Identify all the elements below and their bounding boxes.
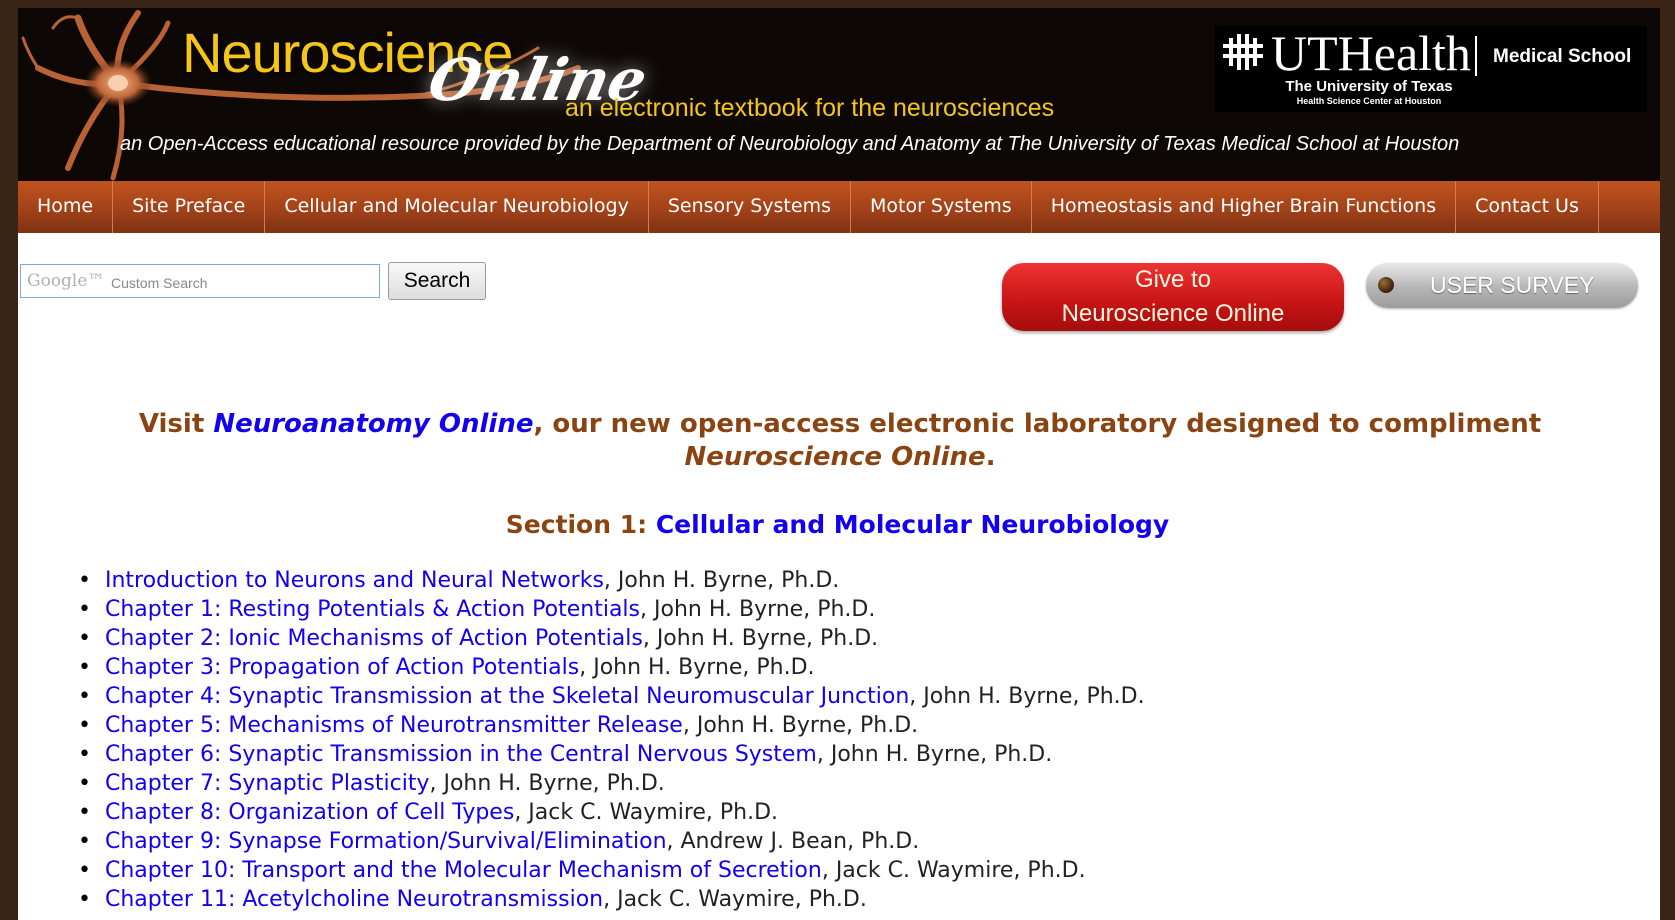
promo-suffix: . [985, 442, 996, 472]
nav-item-sensory-systems[interactable]: Sensory Systems [649, 181, 851, 233]
logo-school: Medical School [1493, 46, 1632, 67]
bullet-icon: • [78, 829, 91, 854]
list-item: • Chapter 3: Propagation of Action Potent… [60, 653, 1620, 682]
bullet-icon: • [78, 568, 91, 593]
chapter-author: , John H. Byrne, Ph.D. [640, 597, 876, 622]
chapter-author: , John H. Byrne, Ph.D. [909, 684, 1145, 709]
user-survey-label: USER SURVEY [1430, 272, 1595, 298]
google-brand-label: Google™ [27, 271, 105, 291]
chapter-author: , Jack C. Waymire, Ph.D. [821, 858, 1086, 883]
chapter-link[interactable]: Introduction to Neurons and Neural Netwo… [105, 568, 604, 593]
give-button-line1: Give to [1134, 266, 1212, 293]
chapter-link[interactable]: Chapter 2: Ionic Mechanisms of Action Po… [105, 626, 643, 651]
nav-item-homeostasis[interactable]: Homeostasis and Higher Brain Functions [1032, 181, 1457, 233]
list-item: • Chapter 6: Synaptic Transmission in the… [60, 740, 1620, 769]
promo-middle: , our new open-access electronic laborat… [533, 409, 1542, 439]
bullet-icon: • [78, 655, 91, 680]
list-item: • Chapter 1: Resting Potentials & Action … [60, 595, 1620, 624]
logo-center: Health Science Center at Houston [1296, 96, 1442, 106]
bullet-icon: • [78, 858, 91, 883]
chapter-link[interactable]: Chapter 9: Synapse Formation/Survival/El… [105, 829, 667, 854]
chapter-link[interactable]: Chapter 5: Mechanisms of Neurotransmitte… [105, 713, 683, 738]
bullet-icon: • [78, 684, 91, 709]
chapter-author: , John H. Byrne, Ph.D. [579, 655, 815, 680]
logo-university: The University of Texas [1285, 78, 1453, 95]
promo-italic: Neuroscience Online [684, 442, 986, 472]
bullet-icon: • [78, 626, 91, 651]
list-item: • Chapter 2: Ionic Mechanisms of Action P… [60, 624, 1620, 653]
section-prefix: Section 1: [505, 510, 656, 539]
bullet-icon [1378, 277, 1394, 293]
neuroanatomy-online-link[interactable]: Neuroanatomy Online [213, 409, 533, 439]
chapter-link[interactable]: Chapter 1: Resting Potentials & Action P… [105, 597, 640, 622]
chapter-author: , Jack C. Waymire, Ph.D. [514, 800, 779, 825]
give-button[interactable]: Give to Neuroscience Online [1002, 263, 1344, 331]
bullet-icon: • [78, 597, 91, 622]
bullet-icon: • [78, 771, 91, 796]
nav-item-motor-systems[interactable]: Motor Systems [851, 181, 1032, 233]
site-subtagline: an Open-Access educational resource prov… [120, 133, 1460, 155]
list-item: • Chapter 11: Acetylcholine Neurotransmis… [60, 885, 1620, 914]
nav-item-home[interactable]: Home [18, 181, 114, 233]
section-heading: Section 1: Cellular and Molecular Neurob… [0, 510, 1675, 539]
chapter-author: , Andrew J. Bean, Ph.D. [666, 829, 920, 854]
chapter-author: , Jack C. Waymire, Ph.D. [603, 887, 867, 912]
chapter-link[interactable]: Chapter 6: Synaptic Transmission in the … [105, 742, 817, 767]
chapter-author: , John H. Byrne, Ph.D. [642, 626, 879, 651]
chapter-link[interactable]: Chapter 3: Propagation of Action Potenti… [105, 655, 579, 680]
list-item: • Chapter 8: Organization of Cell Types, … [60, 798, 1620, 827]
list-item: • Chapter 10: Transport and the Molecular… [60, 856, 1620, 885]
chapter-author: , John H. Byrne, Ph.D. [603, 568, 840, 593]
list-item: • Chapter 4: Synaptic Transmission at the… [60, 682, 1620, 711]
bullet-icon: • [78, 800, 91, 825]
search-button[interactable]: Search [388, 262, 486, 300]
nav-item-contact-us[interactable]: Contact Us [1456, 181, 1599, 233]
chapter-link[interactable]: Chapter 8: Organization of Cell Types [105, 800, 514, 825]
uthealth-name: UTHealth [1271, 25, 1471, 81]
list-item: • Chapter 9: Synapse Formation/Survival/E… [60, 827, 1620, 856]
nav-item-site-preface[interactable]: Site Preface [113, 181, 266, 233]
chapter-list: • Introduction to Neurons and Neural Netw… [60, 566, 1620, 914]
section-link[interactable]: Cellular and Molecular Neurobiology [656, 510, 1169, 539]
nav-item-cellular-molecular[interactable]: Cellular and Molecular Neurobiology [265, 181, 649, 233]
bullet-icon: • [78, 713, 91, 738]
chapter-link[interactable]: Chapter 4: Synaptic Transmission at the … [105, 684, 909, 709]
uthealth-logo[interactable]: UTHealth Medical School The University o… [1215, 25, 1647, 112]
logo-divider [1475, 36, 1477, 76]
chapter-author: , John H. Byrne, Ph.D. [429, 771, 665, 796]
bullet-icon: • [78, 742, 91, 767]
give-button-line2: Neuroscience Online [1061, 300, 1285, 327]
search-placeholder: Custom Search [111, 275, 208, 291]
chapter-link[interactable]: Chapter 7: Synaptic Plasticity [105, 771, 429, 796]
search-input[interactable]: Google™ Custom Search [20, 264, 380, 298]
chapter-link[interactable]: Chapter 10: Transport and the Molecular … [105, 858, 822, 883]
list-item: • Chapter 5: Mechanisms of Neurotransmitt… [60, 711, 1620, 740]
promo-message: Visit Neuroanatomy Online, our new open-… [60, 408, 1620, 474]
site-tagline: an electronic textbook for the neuroscie… [565, 94, 1055, 122]
chapter-link[interactable]: Chapter 11: Acetylcholine Neurotransmiss… [105, 887, 603, 912]
site-header: Neuroscience Online an electronic textbo… [18, 8, 1660, 181]
bullet-icon: • [78, 887, 91, 912]
chapter-author: , John H. Byrne, Ph.D. [816, 742, 1053, 767]
list-item: • Introduction to Neurons and Neural Netw… [60, 566, 1620, 595]
user-survey-button[interactable]: USER SURVEY [1366, 263, 1638, 308]
uthealth-mark-icon [1223, 34, 1263, 70]
chapter-author: , John H. Byrne, Ph.D. [682, 713, 919, 738]
promo-prefix: Visit [138, 409, 214, 439]
list-item: • Chapter 7: Synaptic Plasticity, John H.… [60, 769, 1620, 798]
main-nav: Home Site Preface Cellular and Molecular… [18, 181, 1660, 233]
